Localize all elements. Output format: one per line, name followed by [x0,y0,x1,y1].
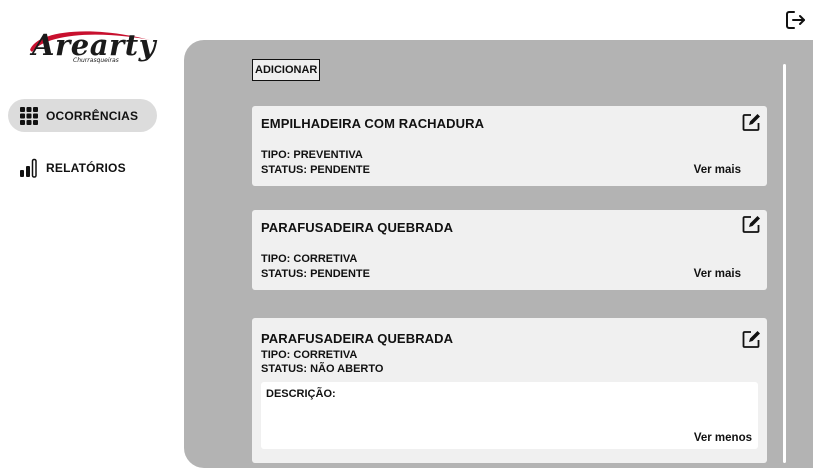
card-title: PARAFUSADEIRA QUEBRADA [261,331,454,346]
edit-icon[interactable] [742,113,761,132]
description-box: DESCRIÇÃO: Ver menos [261,382,758,449]
see-less-link[interactable]: Ver menos [694,432,752,444]
grid-icon [19,106,39,126]
card-type: TIPO: PREVENTIVA [261,149,363,161]
bar-chart-icon [19,158,39,178]
edit-icon[interactable] [742,330,761,349]
sidebar-item-label: RELATÓRIOS [46,160,126,175]
see-more-link[interactable]: Ver mais [694,268,741,280]
occurrence-card-expanded: PARAFUSADEIRA QUEBRADA TIPO: CORRETIVA S… [252,318,767,463]
sidebar-item-relatorios[interactable]: RELATÓRIOS [8,151,157,184]
sidebar-item-ocorrencias[interactable]: OCORRÊNCIAS [8,99,157,132]
card-title: EMPILHADEIRA COM RACHADURA [261,116,485,131]
card-status: STATUS: PENDENTE [261,164,370,176]
card-type: TIPO: CORRETIVA [261,349,358,361]
occurrence-card: EMPILHADEIRA COM RACHADURA TIPO: PREVENT… [252,106,767,186]
logout-button[interactable] [784,8,808,32]
sidebar-item-label: OCORRÊNCIAS [46,108,139,123]
logo-subtitle: Churrasqueiras [73,57,119,64]
card-type: TIPO: CORRETIVA [261,253,358,265]
company-logo: Arearty Churrasqueiras [26,26,156,72]
card-status: STATUS: NÃO ABERTO [261,363,384,375]
edit-icon[interactable] [742,215,761,234]
description-label: DESCRIÇÃO: [266,388,336,400]
occurrence-card: PARAFUSADEIRA QUEBRADA TIPO: CORRETIVA S… [252,210,767,290]
add-button[interactable]: ADICIONAR [252,59,321,81]
card-title: PARAFUSADEIRA QUEBRADA [261,220,454,235]
logout-icon [786,11,805,29]
see-more-link[interactable]: Ver mais [694,164,741,176]
card-status: STATUS: PENDENTE [261,268,370,280]
scrollbar[interactable] [783,64,786,463]
